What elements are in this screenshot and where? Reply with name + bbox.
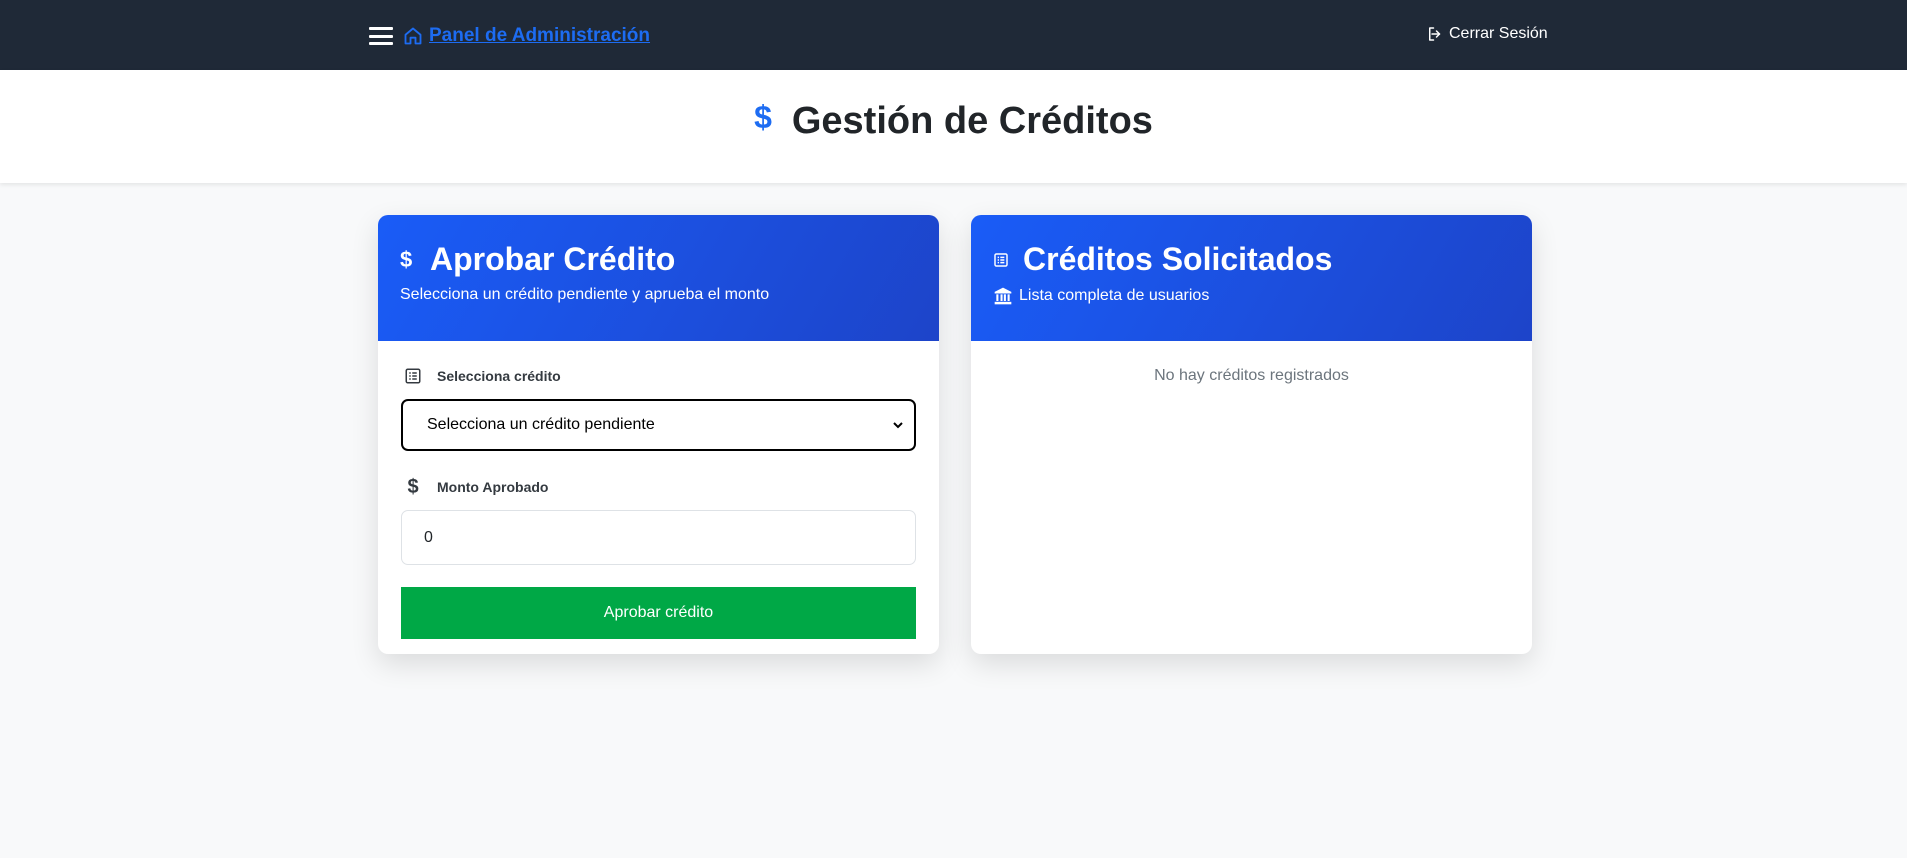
approve-card-title: $ Aprobar Crédito <box>400 241 917 278</box>
approve-card-header: $ Aprobar Crédito Selecciona un crédito … <box>378 215 939 341</box>
logout-icon <box>1429 27 1441 41</box>
approved-amount-label: $ Monto Aprobado <box>401 476 916 498</box>
list-icon <box>993 251 1009 269</box>
approve-credit-button[interactable]: Aprobar crédito <box>401 587 916 639</box>
credit-select-value: Selecciona un crédito pendiente <box>427 416 655 433</box>
approve-card-title-text: Aprobar Crédito <box>430 241 676 277</box>
approved-amount-label-text: Monto Aprobado <box>437 479 549 495</box>
home-icon[interactable] <box>403 26 423 46</box>
page-title-text: Gestión de Créditos <box>791 100 1153 142</box>
approved-amount-input[interactable]: 0 <box>401 510 916 565</box>
page-header: $ Gestión de Créditos <box>0 70 1907 183</box>
dollar-icon: $ <box>400 246 413 272</box>
approve-form: Selecciona crédito Selecciona un crédito… <box>378 341 939 639</box>
select-credit-label: Selecciona crédito <box>401 365 916 387</box>
top-navbar: Panel de Administración Cerrar Sesión <box>0 0 1907 70</box>
requests-card-title: Créditos Solicitados <box>993 241 1510 278</box>
list-icon <box>401 367 425 385</box>
empty-credits-message: No hay créditos registrados <box>1154 367 1349 384</box>
select-credit-label-text: Selecciona crédito <box>437 368 561 384</box>
dollar-icon: $ <box>754 99 772 135</box>
requests-card-title-text: Créditos Solicitados <box>1023 241 1333 277</box>
requests-card-header: Créditos Solicitados Lista completa de u… <box>971 215 1532 341</box>
chevron-down-icon <box>893 422 903 429</box>
approved-amount-value: 0 <box>424 528 433 546</box>
approve-card-subtitle: Selecciona un crédito pendiente y aprueb… <box>400 286 770 303</box>
page-title: $ Gestión de Créditos <box>0 99 1907 143</box>
navbar-left: Panel de Administración <box>369 22 650 50</box>
approve-credit-card: $ Aprobar Crédito Selecciona un crédito … <box>378 215 939 654</box>
bank-icon <box>993 286 1013 306</box>
credit-select[interactable]: Selecciona un crédito pendiente <box>401 399 916 451</box>
hamburger-menu-icon[interactable] <box>369 25 393 47</box>
admin-panel-link[interactable]: Panel de Administración <box>429 25 650 47</box>
requested-credits-card: Créditos Solicitados Lista completa de u… <box>971 215 1532 654</box>
requests-card-subtitle-text: Lista completa de usuarios <box>1019 287 1210 304</box>
logout-button[interactable]: Cerrar Sesión <box>1426 25 1548 43</box>
requests-card-subtitle: Lista completa de usuarios <box>993 286 1510 306</box>
dollar-icon: $ <box>407 475 419 498</box>
logout-label: Cerrar Sesión <box>1449 25 1548 42</box>
